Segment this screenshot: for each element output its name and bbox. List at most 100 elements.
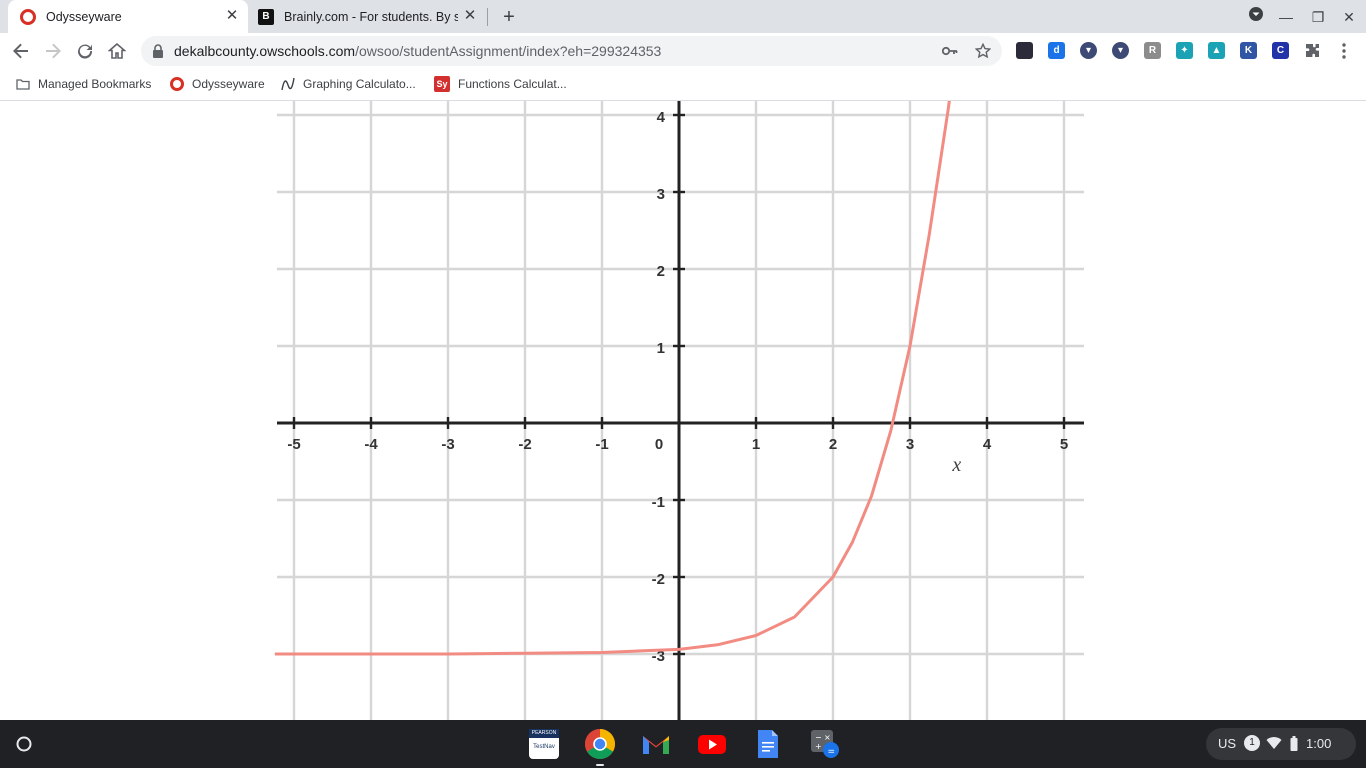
url-host: dekalbcounty.owschools.com bbox=[174, 43, 356, 59]
svg-text:×: × bbox=[824, 733, 831, 742]
function-graph: -5 -4 -3 -2 -1 0 1 2 3 4 5-3-2-11234x bbox=[274, 101, 1084, 720]
lock-icon bbox=[153, 44, 163, 58]
tab-brainly[interactable]: B Brainly.com - For students. By st ✕ bbox=[248, 0, 486, 33]
close-icon[interactable]: ✕ bbox=[224, 8, 240, 24]
x-tick-label: 2 bbox=[829, 436, 837, 453]
d-extension-icon[interactable]: d bbox=[1048, 42, 1065, 59]
running-indicator bbox=[596, 764, 604, 766]
arrow-left-icon bbox=[13, 43, 28, 59]
page-content: -5 -4 -3 -2 -1 0 1 2 3 4 5 -3 -2 -1 1 2 3 4 x bbox=[0, 101, 1366, 720]
key-icon[interactable] bbox=[942, 44, 958, 58]
svg-text:=: = bbox=[828, 747, 836, 757]
x-tick-label: 3 bbox=[906, 436, 914, 453]
battery-icon bbox=[1290, 736, 1298, 751]
person-extension-icon[interactable]: ▲ bbox=[1208, 42, 1225, 59]
arrow-right-icon bbox=[46, 43, 61, 59]
address-bar[interactable]: dekalbcounty.owschools.com/owsoo/student… bbox=[141, 36, 1002, 66]
y-tick-label: -1 bbox=[652, 494, 665, 511]
bookmark-odysseyware[interactable]: Odysseyware bbox=[170, 76, 265, 92]
youtube-app-icon[interactable] bbox=[697, 729, 727, 759]
x-tick-label: -1 bbox=[595, 436, 608, 453]
x-tick-label: -5 bbox=[287, 436, 300, 453]
menu-button[interactable] bbox=[1340, 42, 1348, 60]
x-tick-label: 4 bbox=[983, 436, 992, 453]
tab-strip: Odysseyware ✕ B Brainly.com - For studen… bbox=[0, 0, 1366, 33]
restore-button[interactable]: ❐ bbox=[1307, 6, 1329, 28]
tab-odysseyware[interactable]: Odysseyware ✕ bbox=[8, 0, 248, 33]
wifi-icon bbox=[1266, 737, 1282, 749]
shelf: PEARSON TestNav − × + = US 1 1:00 bbox=[0, 720, 1366, 768]
bookmark-label: Graphing Calculato... bbox=[303, 77, 416, 91]
calculator-icon: − ×+ = bbox=[811, 730, 839, 758]
svg-text:−: − bbox=[815, 733, 822, 742]
reload-icon bbox=[78, 44, 93, 59]
y-tick-label: 2 bbox=[657, 263, 665, 280]
ime-indicator: US bbox=[1218, 736, 1237, 751]
bookmark-functions-calculator[interactable]: Sy Functions Calculat... bbox=[434, 76, 567, 92]
forward-button[interactable] bbox=[40, 38, 66, 64]
testnav-app-icon[interactable]: PEARSON TestNav bbox=[529, 729, 559, 759]
shield-extension-icon[interactable]: ▾ bbox=[1080, 42, 1097, 59]
x-tick-label: 0 bbox=[655, 436, 663, 453]
reload-button[interactable] bbox=[72, 38, 98, 64]
docs-icon bbox=[758, 730, 778, 758]
x-tick-label: 1 bbox=[752, 436, 760, 453]
x-tick-label: -2 bbox=[518, 436, 531, 453]
y-tick-label: 1 bbox=[657, 340, 665, 357]
y-tick-label: -2 bbox=[652, 571, 665, 588]
desmos-icon bbox=[281, 77, 295, 91]
gmail-app-icon[interactable] bbox=[641, 729, 671, 759]
odysseyware-icon bbox=[170, 77, 184, 91]
c-extension-icon[interactable]: C bbox=[1272, 42, 1289, 59]
new-tab-button[interactable]: + bbox=[498, 6, 520, 28]
bookmark-managed[interactable]: Managed Bookmarks bbox=[16, 76, 151, 92]
chevron-down-icon bbox=[1249, 7, 1263, 21]
shield2-extension-icon[interactable]: ▾ bbox=[1112, 42, 1129, 59]
youtube-icon bbox=[698, 735, 726, 754]
close-icon[interactable]: ✕ bbox=[462, 8, 478, 24]
teal-extension-icon[interactable]: ✦ bbox=[1176, 42, 1193, 59]
star-icon[interactable] bbox=[975, 43, 991, 59]
x-tick-label: -4 bbox=[364, 436, 378, 453]
brainly-icon: B bbox=[258, 8, 274, 25]
url-text[interactable]: dekalbcounty.owschools.com/owsoo/student… bbox=[174, 43, 661, 59]
camera-extension-icon[interactable] bbox=[1016, 42, 1033, 59]
k-extension-icon[interactable]: K bbox=[1240, 42, 1257, 59]
notification-count-badge: 1 bbox=[1244, 735, 1260, 751]
bookmark-graphing-calculator[interactable]: Graphing Calculato... bbox=[281, 76, 416, 92]
home-icon bbox=[108, 42, 126, 59]
clock: 1:00 bbox=[1306, 736, 1332, 751]
tab-search-button[interactable] bbox=[1245, 6, 1267, 28]
x-axis-label: x bbox=[951, 454, 961, 476]
bookmarks-bar: Managed Bookmarks Odysseyware Graphing C… bbox=[0, 69, 1366, 101]
status-tray[interactable]: US 1 1:00 bbox=[1206, 728, 1356, 760]
launcher-button[interactable] bbox=[10, 730, 38, 758]
calculator-app-icon[interactable]: − × + = bbox=[809, 729, 839, 759]
chrome-icon bbox=[584, 729, 616, 760]
chrome-app-icon[interactable] bbox=[584, 729, 616, 760]
bookmark-label: Odysseyware bbox=[192, 77, 265, 91]
back-button[interactable] bbox=[8, 38, 34, 64]
tab-title: Odysseyware bbox=[46, 9, 122, 24]
window-close-button[interactable]: ✕ bbox=[1338, 6, 1360, 28]
docs-app-icon[interactable] bbox=[753, 729, 783, 759]
function-curve bbox=[274, 101, 951, 656]
minimize-button[interactable]: — bbox=[1275, 6, 1297, 28]
svg-text:+: + bbox=[815, 742, 822, 751]
y-tick-label: 4 bbox=[657, 109, 666, 126]
kebab-menu-icon bbox=[1342, 43, 1346, 59]
x-tick-label: -3 bbox=[441, 436, 454, 453]
gmail-icon bbox=[643, 736, 669, 754]
bookmark-label: Managed Bookmarks bbox=[38, 77, 152, 91]
app-label: TestNav bbox=[533, 744, 555, 750]
url-path: /owsoo/studentAssignment/index?eh=299324… bbox=[355, 43, 662, 59]
tab-title: Brainly.com - For students. By st bbox=[284, 9, 458, 24]
r-extension-icon[interactable]: R bbox=[1144, 42, 1161, 59]
symbolab-icon: Sy bbox=[434, 76, 450, 92]
puzzle-icon[interactable] bbox=[1304, 42, 1321, 59]
home-button[interactable] bbox=[104, 38, 130, 64]
x-tick-label: 5 bbox=[1060, 436, 1068, 453]
toolbar: dekalbcounty.owschools.com/owsoo/student… bbox=[0, 33, 1366, 69]
bookmark-label: Functions Calculat... bbox=[458, 77, 567, 91]
y-tick-label: 3 bbox=[657, 186, 665, 203]
